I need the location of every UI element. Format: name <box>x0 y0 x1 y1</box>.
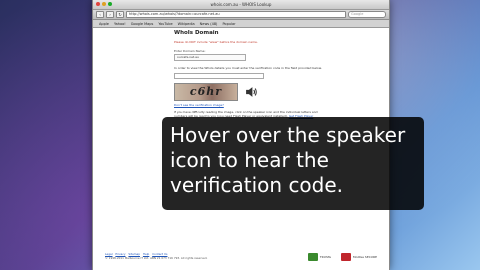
whois-form: WhoIs Domain Please do NOT include "www"… <box>174 30 324 121</box>
bookmark-item[interactable]: Wikipedia <box>178 22 195 26</box>
captcha-row: c6hr <box>174 83 324 101</box>
captcha-image: c6hr <box>174 83 238 101</box>
truste-badge[interactable]: TRUSTe <box>307 253 332 261</box>
trust-badges: TRUSTe McAfee SECURE <box>307 253 377 261</box>
close-window-button[interactable] <box>96 2 100 6</box>
bookmark-item[interactable]: Google Maps <box>131 22 154 26</box>
search-input[interactable]: Google <box>348 11 386 18</box>
zoom-window-button[interactable] <box>108 2 112 6</box>
domain-label: Enter Domain Name: <box>174 49 206 53</box>
verification-code-input[interactable] <box>174 73 264 79</box>
window-controls <box>96 2 112 6</box>
verify-image-link[interactable]: Don't see the verification image? <box>174 103 224 107</box>
truste-logo-icon <box>307 253 318 261</box>
bookmark-item[interactable]: Popular <box>222 22 235 26</box>
bookmark-item[interactable]: YouTube <box>158 22 172 26</box>
bookmark-item[interactable]: Apple <box>99 22 109 26</box>
window-title: whois.com.au - WHOIS Lookup <box>210 2 272 7</box>
browser-toolbar: ‹ › ↻ http://whois.com.au/whois/?domain=… <box>93 10 389 20</box>
tutorial-caption: Hover over the speaker icon to hear the … <box>162 117 424 210</box>
title-bar: whois.com.au - WHOIS Lookup <box>93 0 389 10</box>
mcafee-shield-icon <box>341 253 352 261</box>
mcafee-label: McAfee SECURE <box>353 255 377 259</box>
reload-button[interactable]: ↻ <box>116 11 124 18</box>
domain-input[interactable]: ourcafe.net.au <box>174 54 246 61</box>
mcafee-badge[interactable]: McAfee SECURE <box>341 253 377 261</box>
truste-label: TRUSTe <box>319 255 332 259</box>
bookmarks-bar: Apple Yahoo! Google Maps YouTube Wikiped… <box>93 20 389 28</box>
address-bar[interactable]: http://whois.com.au/whois/?domain=ourcaf… <box>126 11 346 18</box>
instruction-text: In order to view the WhoIs details you m… <box>174 66 322 70</box>
back-button[interactable]: ‹ <box>96 11 104 18</box>
bookmark-item[interactable]: Yahoo! <box>114 22 126 26</box>
speaker-icon[interactable] <box>244 85 258 99</box>
page-title: WhoIs Domain <box>174 30 219 36</box>
bookmark-item[interactable]: News (48) <box>200 22 218 26</box>
warning-text: Please do NOT include "www" before the d… <box>174 40 258 44</box>
caption-text: Hover over the speaker icon to hear the … <box>170 123 406 197</box>
forward-button[interactable]: › <box>106 11 114 18</box>
minimize-window-button[interactable] <box>102 2 106 6</box>
